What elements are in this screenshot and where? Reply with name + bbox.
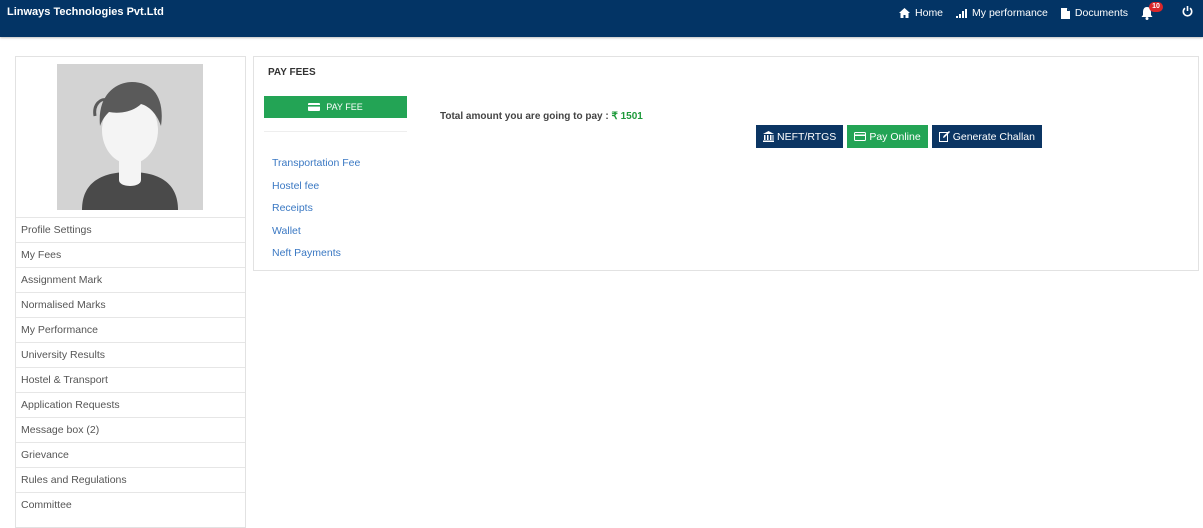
default-user-avatar-icon <box>57 64 203 210</box>
generate-challan-button[interactable]: Generate Challan <box>931 125 1042 148</box>
sidebar-item[interactable]: My Performance <box>16 317 245 342</box>
signal-bars-icon <box>956 8 968 18</box>
credit-card-icon <box>854 132 867 141</box>
notifications-button[interactable]: 10 <box>1141 2 1163 20</box>
sidebar-item[interactable]: Message box (2) <box>16 417 245 442</box>
sidebar-item[interactable]: Committee <box>16 492 245 517</box>
nav-home-label: Home <box>915 7 944 19</box>
sidebar-item[interactable]: Application Requests <box>16 392 245 417</box>
sidebar-item[interactable]: Hostel & Transport <box>16 367 245 392</box>
fee-link[interactable]: Hostel fee <box>272 175 360 198</box>
pay-online-button[interactable]: Pay Online <box>847 125 928 148</box>
sidebar-item[interactable]: University Results <box>16 342 245 367</box>
nav-documents-label: Documents <box>1074 7 1128 19</box>
top-navbar: Linways Technologies Pvt.Ltd Home My per… <box>0 0 1203 37</box>
edit-icon <box>938 131 950 142</box>
power-icon <box>1182 6 1193 17</box>
nav-home[interactable]: Home <box>899 7 943 19</box>
payment-method-buttons: NEFT/RTGS Pay Online Generate Challan <box>756 125 1046 148</box>
bank-icon <box>763 131 774 142</box>
nav-documents[interactable]: Documents <box>1060 7 1128 19</box>
fee-links-list: Transportation Fee Hostel fee Receipts Wall… <box>272 152 360 265</box>
credit-card-icon <box>308 103 321 111</box>
sidebar-menu: Profile Settings My Fees Assignment Mark No… <box>16 217 245 517</box>
brand-name[interactable]: Linways Technologies Pvt.Ltd <box>7 6 164 18</box>
divider <box>264 131 407 132</box>
panel-title: PAY FEES <box>268 67 316 78</box>
fee-link[interactable]: Wallet <box>272 220 360 243</box>
neft-rtgs-label: NEFT/RTGS <box>777 130 837 143</box>
pay-fee-label: PAY FEE <box>326 102 363 112</box>
neft-rtgs-button[interactable]: NEFT/RTGS <box>756 125 844 148</box>
fee-link[interactable]: Receipts <box>272 197 360 220</box>
total-amount: ₹ 1501 <box>611 111 643 122</box>
avatar <box>57 64 203 210</box>
fee-link[interactable]: Transportation Fee <box>272 152 360 175</box>
fee-link[interactable]: Neft Payments <box>272 242 360 265</box>
total-label: Total amount you are going to pay : <box>440 111 612 122</box>
home-icon <box>899 8 911 18</box>
top-nav: Home My performance Documents 10 <box>886 2 1193 20</box>
pay-online-label: Pay Online <box>869 130 921 143</box>
generate-challan-label: Generate Challan <box>952 130 1035 143</box>
document-icon <box>1060 7 1070 19</box>
logout-button[interactable] <box>1182 6 1193 20</box>
nav-performance-label: My performance <box>972 7 1048 19</box>
sidebar: Profile Settings My Fees Assignment Mark No… <box>15 56 246 528</box>
sidebar-item[interactable]: Profile Settings <box>16 217 245 242</box>
sidebar-item[interactable]: Rules and Regulations <box>16 467 245 492</box>
notification-count-badge: 10 <box>1149 2 1163 12</box>
sidebar-item[interactable]: My Fees <box>16 242 245 267</box>
sidebar-item[interactable]: Grievance <box>16 442 245 467</box>
total-amount-text: Total amount you are going to pay : ₹ 15… <box>440 111 643 122</box>
sidebar-item[interactable]: Normalised Marks <box>16 292 245 317</box>
pay-fees-panel: PAY FEES PAY FEE Transportation Fee Hoste… <box>253 56 1199 271</box>
sidebar-item[interactable]: Assignment Mark <box>16 267 245 292</box>
pay-fee-button[interactable]: PAY FEE <box>264 96 407 118</box>
nav-my-performance[interactable]: My performance <box>956 7 1048 19</box>
